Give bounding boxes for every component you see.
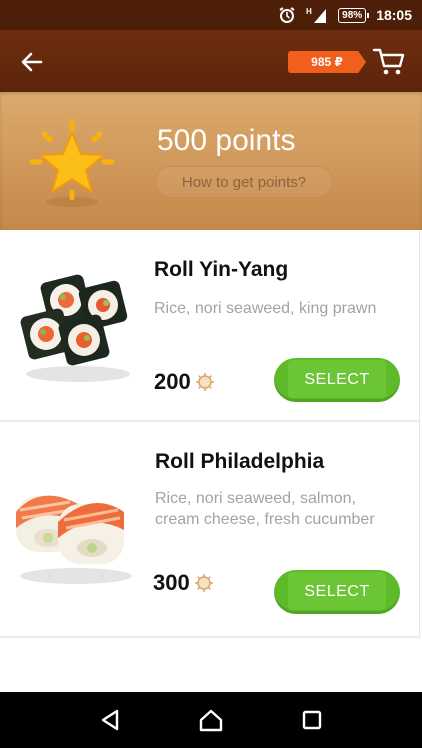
clock: 18:05	[376, 7, 412, 23]
price-value: 300	[153, 570, 190, 595]
product-name: Roll Philadelphia	[155, 450, 325, 473]
product-price: 300	[153, 570, 214, 596]
cart-icon	[372, 48, 405, 75]
home-icon	[199, 709, 223, 732]
signal-icon: H	[306, 6, 328, 24]
star-icon	[26, 118, 118, 210]
product-price: 200	[154, 369, 215, 395]
nav-recents-button[interactable]	[297, 705, 327, 735]
cart-button[interactable]	[372, 46, 406, 76]
svg-text:H: H	[306, 7, 312, 16]
sushi-roll-image	[10, 256, 140, 386]
battery-icon: 98%	[338, 7, 370, 23]
nav-back-button[interactable]	[95, 705, 125, 735]
balance-badge: 985 ₽	[288, 51, 366, 73]
product-list: Roll Yin-Yang Rice, nori seaweed, king p…	[0, 230, 422, 692]
points-coin-icon	[195, 373, 214, 391]
recents-icon	[302, 710, 321, 730]
status-bar: H 98% 18:05	[0, 0, 422, 30]
back-button[interactable]	[18, 48, 46, 76]
select-button[interactable]: SELECT	[274, 358, 400, 402]
points-title: 500 points	[157, 124, 296, 157]
product-description: Rice, nori seaweed, king prawn	[154, 300, 377, 317]
points-banner: 500 points How to get points?	[0, 92, 422, 230]
app-bar: 985 ₽	[0, 30, 422, 92]
system-nav-bar	[0, 692, 422, 748]
price-value: 200	[154, 369, 191, 394]
alarm-icon	[278, 6, 296, 24]
back-triangle-icon	[102, 709, 119, 731]
salmon-roll-image	[10, 466, 140, 596]
how-to-get-points-button[interactable]: How to get points?	[155, 166, 333, 198]
product-card[interactable]: Roll Yin-Yang Rice, nori seaweed, king p…	[0, 230, 420, 422]
select-button-label: SELECT	[304, 583, 370, 600]
product-card[interactable]: Roll Philadelphia Rice, nori seaweed, sa…	[0, 422, 420, 638]
select-button[interactable]: SELECT	[274, 570, 400, 614]
back-arrow-icon	[21, 52, 43, 72]
points-coin-icon	[194, 574, 213, 592]
product-description: Rice, nori seaweed, salmon, cream cheese…	[155, 490, 375, 528]
select-button-label: SELECT	[304, 371, 370, 388]
product-name: Roll Yin-Yang	[154, 258, 289, 281]
nav-home-button[interactable]	[196, 705, 226, 735]
